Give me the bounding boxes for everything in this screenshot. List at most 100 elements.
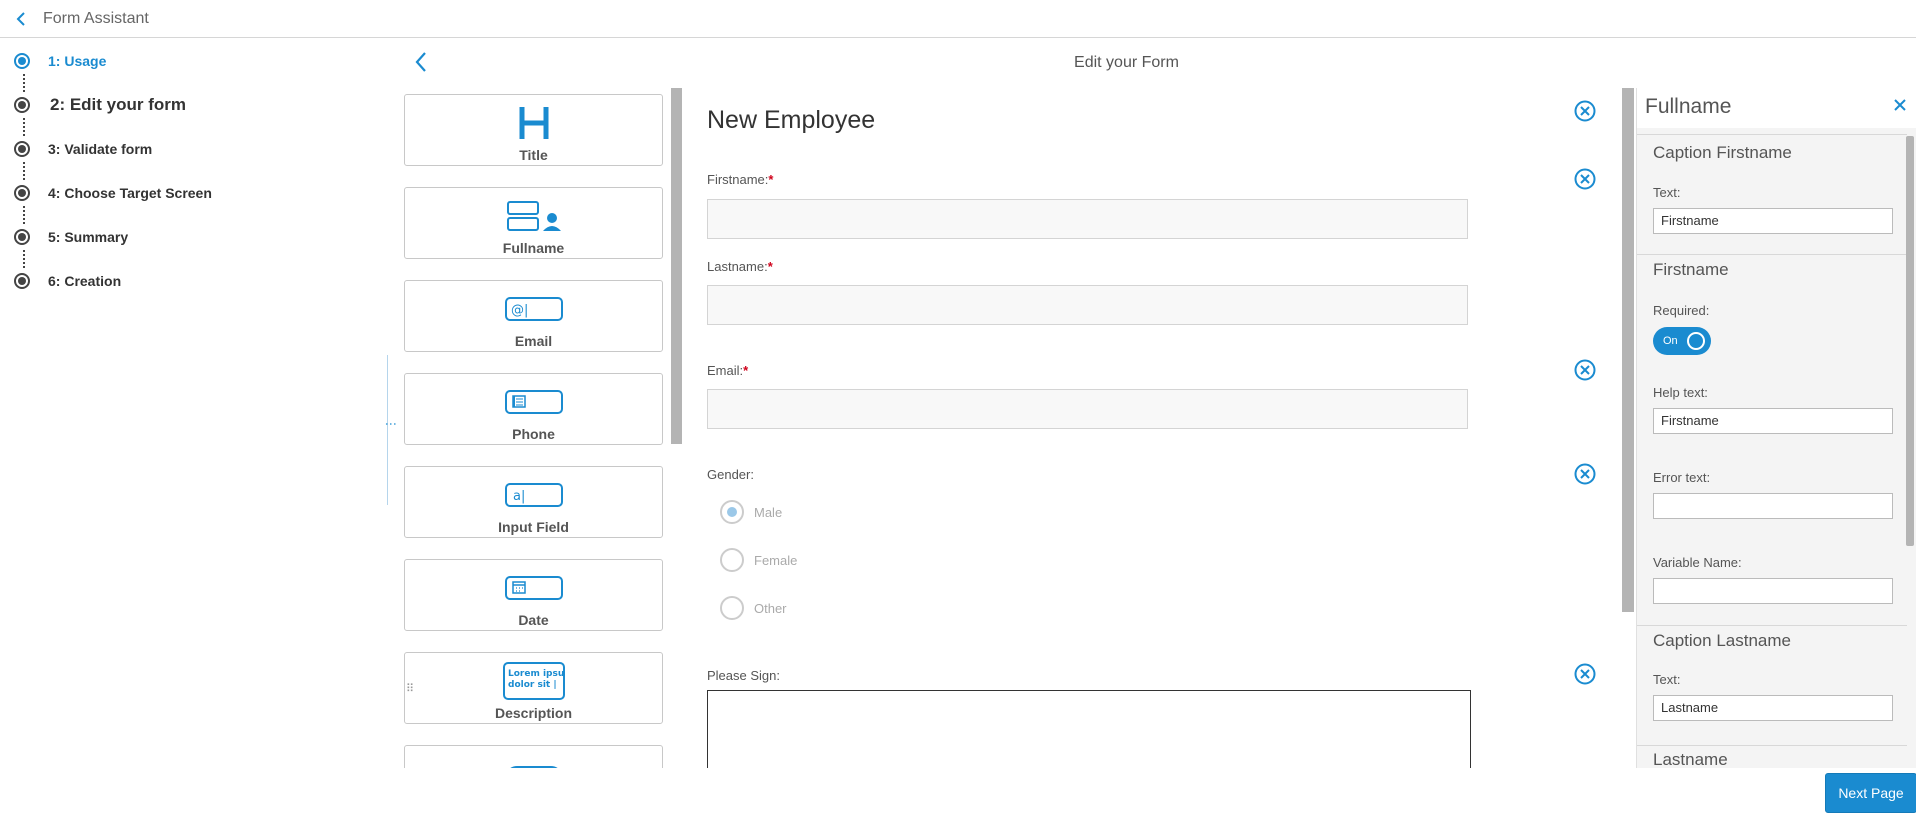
step-label: 1: Usage <box>48 53 107 69</box>
caption-firstname-text-input[interactable]: Firstname <box>1653 208 1893 234</box>
palette-item-title[interactable]: Title <box>404 94 663 166</box>
section-title: Lastname <box>1653 750 1728 768</box>
date-icon <box>504 566 563 610</box>
caption-firstname-text-label: Text: <box>1653 185 1681 200</box>
error-text-label: Error text: <box>1653 470 1711 485</box>
step-choose-target-screen[interactable]: 4: Choose Target Screen <box>14 184 212 228</box>
input-field-icon: a| <box>504 473 563 517</box>
step-label: 4: Choose Target Screen <box>48 185 212 201</box>
editor-header: Edit your Form <box>397 40 1916 86</box>
palette-item-label: Phone <box>512 426 555 442</box>
palette-item-label: Email <box>514 333 553 349</box>
toggle-label: On <box>1663 335 1678 347</box>
form-title: New Employee <box>707 106 876 134</box>
top-bar: Form Assistant <box>0 0 1916 38</box>
remove-fullname-icon[interactable] <box>1574 168 1596 190</box>
required-label: Required: <box>1653 303 1710 318</box>
step-validate-form[interactable]: 3: Validate form <box>14 140 212 184</box>
variable-name-input[interactable] <box>1653 578 1893 604</box>
email-label: Email:* <box>707 363 748 378</box>
step-connector <box>23 250 25 268</box>
section-title: Caption Firstname <box>1653 143 1792 162</box>
step-summary[interactable]: 5: Summary <box>14 228 212 272</box>
signature-pad[interactable] <box>707 690 1471 768</box>
lastname-input[interactable] <box>707 285 1468 325</box>
required-mark: * <box>768 172 774 187</box>
help-text-input[interactable]: Firstname <box>1653 408 1893 434</box>
gender-option-male[interactable]: Male <box>720 500 782 524</box>
properties-title: Fullname <box>1645 95 1732 118</box>
required-mark: * <box>743 363 749 378</box>
gender-option-other[interactable]: Other <box>720 596 787 620</box>
radio-label: Other <box>754 600 787 616</box>
required-mark: * <box>767 259 773 274</box>
remove-sign-icon[interactable] <box>1574 663 1596 685</box>
palette-item-partial[interactable] <box>404 745 663 768</box>
palette-scrollbar[interactable] <box>671 88 682 444</box>
palette-item-phone[interactable]: Phone <box>404 373 663 445</box>
description-icon-text: Lorem ipsum <box>508 669 565 679</box>
variable-name-label: Variable Name: <box>1653 555 1742 570</box>
palette-item-label: Input Field <box>498 519 569 535</box>
bottom-bar <box>395 768 1916 832</box>
step-dot-icon <box>14 97 30 113</box>
step-usage[interactable]: 1: Usage <box>14 52 212 96</box>
palette-item-input-field[interactable]: a| Input Field <box>404 466 663 538</box>
toggle-knob-icon <box>1686 332 1705 350</box>
section-title: Firstname <box>1653 260 1729 279</box>
step-connector <box>23 74 25 92</box>
palette-item-date[interactable]: Date <box>404 559 663 631</box>
editor-title: Edit your Form <box>1074 54 1179 71</box>
radio-button[interactable] <box>720 596 744 620</box>
properties-panel: Fullname Caption Firstname Text: Firstna… <box>1636 88 1916 768</box>
description-icon: Lorem ipsumdolor sit | <box>502 659 565 703</box>
remove-gender-icon[interactable] <box>1574 463 1596 485</box>
palette-item-label: Fullname <box>502 240 565 256</box>
remove-email-icon[interactable] <box>1574 359 1596 381</box>
section-caption-firstname: Caption Firstname Text: Firstname <box>1637 134 1907 254</box>
radio-label: Male <box>754 504 783 520</box>
error-text-input[interactable] <box>1653 493 1893 519</box>
step-label: 3: Validate form <box>48 141 153 157</box>
radio-label: Female <box>754 552 798 568</box>
next-page-button[interactable]: Next Page <box>1825 773 1916 813</box>
canvas-scrollbar[interactable] <box>1622 88 1634 612</box>
step-edit-form[interactable]: 2: Edit your form <box>14 96 212 140</box>
gender-label: Gender: <box>707 467 754 482</box>
splitter-handle-icon[interactable]: ⋮ <box>384 418 398 428</box>
step-creation[interactable]: 6: Creation <box>14 272 212 316</box>
required-toggle[interactable]: On <box>1653 327 1711 355</box>
back-chevron-icon[interactable] <box>16 11 30 26</box>
heading-icon <box>518 101 550 145</box>
radio-button[interactable] <box>720 500 744 524</box>
remove-title-icon[interactable] <box>1574 100 1596 122</box>
help-text-label: Help text: <box>1653 385 1708 400</box>
step-dot-icon <box>14 141 30 157</box>
email-input[interactable] <box>707 389 1468 429</box>
svg-text:a|: a| <box>513 489 525 504</box>
palette-item-description[interactable]: Lorem ipsumdolor sit | Description <box>404 652 663 724</box>
palette-item-email[interactable]: @| Email <box>404 280 663 352</box>
step-dot-icon <box>14 273 30 289</box>
step-dot-icon <box>14 185 30 201</box>
email-icon: @| <box>504 287 563 331</box>
palette-item-fullname[interactable]: Fullname <box>404 187 663 259</box>
lastname-label: Lastname:* <box>707 259 773 274</box>
svg-text:@|: @| <box>511 303 528 318</box>
element-palette: Title Fullname @| Email Phone a| Input F… <box>397 88 683 768</box>
close-icon[interactable] <box>1893 98 1907 117</box>
step-connector <box>23 118 25 136</box>
properties-scrollbar[interactable] <box>1906 136 1914 546</box>
properties-header: Fullname <box>1637 88 1916 128</box>
section-caption-lastname: Caption Lastname Text: Lastname <box>1637 625 1907 745</box>
step-label: 2: Edit your form <box>50 95 187 114</box>
radio-button[interactable] <box>720 548 744 572</box>
palette-item-label: Title <box>519 147 548 163</box>
email-label-text: Email: <box>707 363 744 378</box>
drag-handle-icon[interactable]: ⠿ <box>406 682 414 695</box>
firstname-input[interactable] <box>707 199 1468 239</box>
step-dot-icon <box>14 229 30 245</box>
gender-option-female[interactable]: Female <box>720 548 797 572</box>
caption-lastname-text-input[interactable]: Lastname <box>1653 695 1893 721</box>
editor-back-chevron-icon[interactable] <box>415 52 427 77</box>
